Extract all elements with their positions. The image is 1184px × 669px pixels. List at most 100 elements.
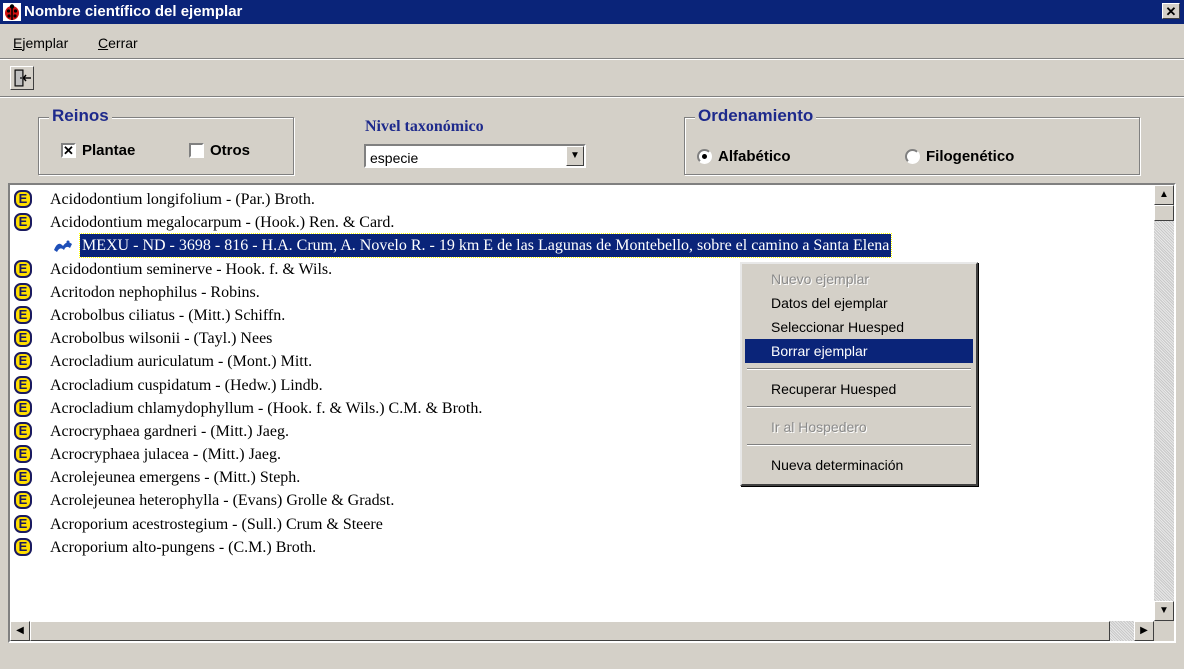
ordenamiento-legend: Ordenamiento [695, 106, 817, 126]
especie-badge-icon: E [14, 305, 32, 324]
filogenetico-radio[interactable]: Filogenético [905, 148, 1014, 165]
list-item[interactable]: E Acroporium alto-pungens - (C.M.) Broth. [10, 536, 1154, 559]
scroll-right-button[interactable]: ▶ [1134, 621, 1154, 641]
plantae-check-mark: ✕ [61, 143, 76, 158]
especie-badge-icon: E [14, 329, 32, 348]
dropdown-arrow-icon[interactable]: ▼ [566, 146, 584, 166]
list-item[interactable]: E Acrocladium cuspidatum - (Hedw.) Lindb. [10, 374, 1154, 397]
list-item[interactable]: E Acrocryphaea julacea - (Mitt.) Jaeg. [10, 443, 1154, 466]
list-item[interactable]: E Acrocladium chlamydophyllum - (Hook. f.… [10, 397, 1154, 420]
species-name: Acrocladium auriculatum - (Mont.) Mitt. [50, 353, 313, 371]
ctx-nueva-determinacion[interactable]: Nueva determinación [745, 453, 973, 477]
otros-check-box [189, 143, 204, 158]
specimen-row[interactable]: MEXU - ND - 3698 - 816 - H.A. Crum, A. N… [10, 233, 1154, 259]
especie-badge-icon: E [14, 445, 32, 464]
species-list-rows: E Acidodontium longifolium - (Par.) Broth… [10, 188, 1154, 620]
list-item[interactable]: E Acroporium acestrostegium - (Sull.) Cru… [10, 513, 1154, 536]
species-name: Acrolejeunea heterophylla - (Evans) Grol… [50, 492, 395, 510]
list-item[interactable]: E Acrobolbus wilsonii - (Tayl.) Nees [10, 327, 1154, 350]
species-name: Acroporium alto-pungens - (C.M.) Broth. [50, 538, 317, 556]
ctx-separator [747, 368, 971, 370]
list-item[interactable]: E Acrocladium auriculatum - (Mont.) Mitt. [10, 350, 1154, 373]
especie-badge-icon: E [14, 190, 32, 208]
ctx-nuevo-ejemplar[interactable]: Nuevo ejemplar [745, 267, 973, 291]
status-bar [0, 650, 1184, 669]
ordenamiento-group: Ordenamiento Alfabético Filogenético [684, 106, 1140, 175]
list-item[interactable]: E Acritodon nephophilus - Robins. [10, 281, 1154, 304]
species-name: Acrocladium cuspidatum - (Hedw.) Lindb. [50, 376, 323, 394]
list-item[interactable]: E Acidodontium seminerve - Hook. f. & Wil… [10, 258, 1154, 281]
ctx-separator [747, 444, 971, 446]
species-name: Acidodontium megalocarpum - (Hook.) Ren.… [50, 214, 395, 232]
especie-badge-icon: E [14, 375, 32, 394]
nivel-taxonomico-label: Nivel taxonómico [365, 118, 484, 135]
ctx-ir-hospedero[interactable]: Ir al Hospedero [745, 415, 973, 439]
species-name: Acroporium acestrostegium - (Sull.) Crum… [50, 515, 383, 533]
window-title: Nombre científico del ejemplar [24, 3, 243, 20]
nivel-taxonomico-select[interactable]: especie ▼ [364, 144, 586, 168]
alfabetico-radio[interactable]: Alfabético [697, 148, 791, 165]
toolbar-bottom-separator [0, 96, 1184, 98]
ctx-seleccionar-huesped[interactable]: Seleccionar Huesped [745, 315, 973, 339]
ladybug-icon [3, 3, 21, 21]
especie-badge-icon: E [14, 537, 32, 556]
especie-badge-icon: E [14, 259, 32, 278]
especie-badge-icon: E [14, 421, 32, 440]
species-name: Acrocladium chlamydophyllum - (Hook. f. … [50, 399, 483, 417]
species-name: Acrocryphaea julacea - (Mitt.) Jaeg. [50, 446, 281, 464]
species-name: Acritodon nephophilus - Robins. [50, 283, 260, 301]
exit-button[interactable] [10, 66, 34, 90]
door-exit-icon [14, 69, 31, 87]
reinos-group: Reinos ✕ Plantae Otros [38, 106, 294, 175]
filogenetico-radio-dot [905, 149, 920, 164]
otros-checkbox[interactable]: Otros [189, 142, 250, 159]
list-item[interactable]: E Acrobolbus ciliatus - (Mitt.) Schiffn. [10, 304, 1154, 327]
list-item[interactable]: E Acidodontium megalocarpum - (Hook.) Ren… [10, 211, 1154, 234]
horizontal-scrollbar[interactable]: ◀ ▶ [10, 621, 1154, 641]
especie-badge-icon: E [14, 352, 32, 371]
reinos-legend: Reinos [49, 106, 112, 126]
menu-cerrar-accel: C [98, 35, 109, 51]
especie-badge-icon: E [14, 491, 32, 510]
ctx-datos-ejemplar[interactable]: Datos del ejemplar [745, 291, 973, 315]
list-item[interactable]: E Acidodontium longifolium - (Par.) Broth… [10, 188, 1154, 211]
toolbar-separator [0, 58, 1184, 60]
nivel-taxonomico-value: especie [370, 150, 419, 166]
species-name: Acrobolbus wilsonii - (Tayl.) Nees [50, 330, 273, 348]
scroll-left-button[interactable]: ◀ [10, 621, 30, 641]
menu-cerrar[interactable]: Cerrar [98, 35, 138, 51]
menu-ejemplar-accel: E [13, 35, 23, 51]
list-item[interactable]: E Acrolejeunea emergens - (Mitt.) Steph. [10, 466, 1154, 489]
list-item[interactable]: E Acrocryphaea gardneri - (Mitt.) Jaeg. [10, 420, 1154, 443]
species-name: Acidodontium seminerve - Hook. f. & Wils… [50, 260, 333, 278]
species-name: Acrobolbus ciliatus - (Mitt.) Schiffn. [50, 306, 286, 324]
specimen-icon [54, 240, 72, 253]
scrollbar-corner [1154, 621, 1174, 641]
species-list[interactable]: E Acidodontium longifolium - (Par.) Broth… [8, 183, 1176, 643]
scroll-up-button[interactable]: ▲ [1154, 185, 1174, 205]
especie-badge-icon: E [14, 282, 32, 301]
scroll-down-button[interactable]: ▼ [1154, 601, 1174, 621]
species-name: Acrolejeunea emergens - (Mitt.) Steph. [50, 469, 301, 487]
species-name: Acidodontium longifolium - (Par.) Broth. [50, 191, 315, 208]
species-name: Acrocryphaea gardneri - (Mitt.) Jaeg. [50, 422, 289, 440]
vertical-scroll-thumb[interactable] [1154, 205, 1174, 221]
filogenetico-label: Filogenético [926, 148, 1015, 165]
close-button[interactable]: ✕ [1162, 3, 1180, 19]
ctx-borrar-ejemplar[interactable]: Borrar ejemplar [745, 339, 973, 363]
list-item[interactable]: E Acrolejeunea heterophylla - (Evans) Gro… [10, 489, 1154, 512]
specimen-text: MEXU - ND - 3698 - 816 - H.A. Crum, A. N… [78, 233, 893, 259]
menu-ejemplar[interactable]: Ejemplar [13, 35, 68, 51]
alfabetico-radio-dot [697, 149, 712, 164]
vertical-scrollbar[interactable]: ▲ ▼ [1154, 185, 1174, 621]
especie-badge-icon: E [14, 398, 32, 417]
plantae-checkbox[interactable]: ✕ Plantae [61, 142, 135, 159]
especie-badge-icon: E [14, 514, 32, 533]
context-menu: Nuevo ejemplar Datos del ejemplar Selecc… [740, 262, 978, 486]
ctx-separator [747, 406, 971, 408]
ctx-recuperar-huesped[interactable]: Recuperar Huesped [745, 377, 973, 401]
title-bar: Nombre científico del ejemplar ✕ [0, 0, 1184, 24]
horizontal-scroll-thumb[interactable] [30, 621, 1110, 641]
menu-ejemplar-rest: jemplar [22, 35, 69, 51]
plantae-label: Plantae [82, 142, 136, 159]
